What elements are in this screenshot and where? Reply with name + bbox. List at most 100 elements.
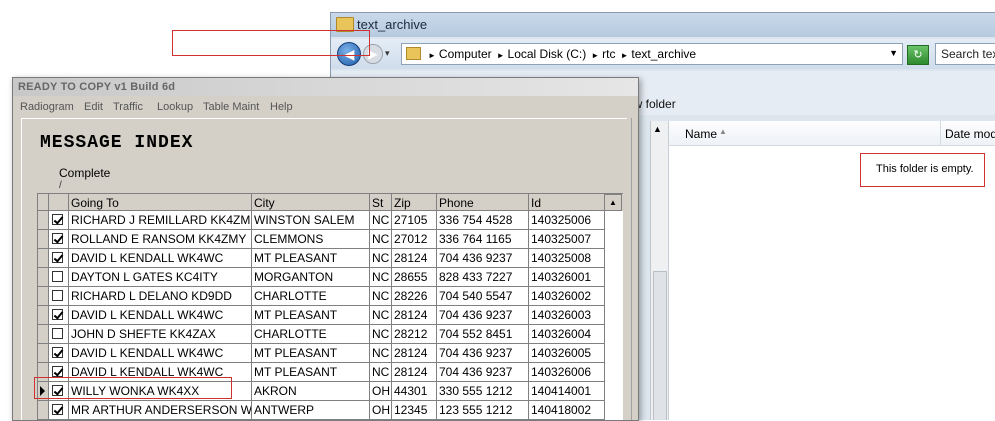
scroll-up-icon[interactable]: ▲: [653, 124, 662, 134]
row-indicator[interactable]: [38, 344, 49, 363]
row-indicator[interactable]: [38, 211, 49, 230]
table-row[interactable]: JOHN D SHEFTE KK4ZAX CHARLOTTE NC 28212 704 …: [38, 325, 605, 344]
column-header-zip[interactable]: Zip: [392, 194, 437, 211]
cell-going-to[interactable]: DAYTON L GATES KC4ITY: [69, 268, 252, 287]
cell-city[interactable]: MT PLEASANT: [252, 363, 370, 382]
cell-phone[interactable]: 330 555 1212: [437, 382, 529, 401]
cell-phone[interactable]: 123 555 1212: [437, 401, 529, 420]
cell-st[interactable]: NC: [370, 287, 392, 306]
chevron-right-icon[interactable]: ►: [620, 51, 628, 60]
cell-going-to[interactable]: DAVID L KENDALL WK4WC: [69, 363, 252, 382]
column-header-date[interactable]: Date modi: [940, 121, 995, 145]
cell-phone[interactable]: 704 436 9237: [437, 363, 529, 382]
cell-st[interactable]: NC: [370, 211, 392, 230]
menu-edit[interactable]: Edit: [84, 101, 103, 113]
row-indicator[interactable]: [38, 325, 49, 344]
cell-zip[interactable]: 44301: [392, 382, 437, 401]
cell-zip[interactable]: 27012: [392, 230, 437, 249]
complete-checkbox[interactable]: [52, 252, 63, 263]
cell-going-to[interactable]: RICHARD L DELANO KD9DD: [69, 287, 252, 306]
table-row[interactable]: DAVID L KENDALL WK4WC MT PLEASANT NC 28124 7…: [38, 363, 605, 382]
cell-phone[interactable]: 336 754 4528: [437, 211, 529, 230]
history-dropdown-icon[interactable]: ▾: [385, 48, 390, 59]
address-dropdown-icon[interactable]: ▼: [889, 48, 898, 58]
cell-zip[interactable]: 28655: [392, 268, 437, 287]
cell-city[interactable]: CLEMMONS: [252, 230, 370, 249]
cell-id[interactable]: 140326001: [529, 268, 605, 287]
rtc-window-scrollbar[interactable]: [631, 118, 638, 420]
cell-zip[interactable]: 28212: [392, 325, 437, 344]
cell-zip[interactable]: 28124: [392, 306, 437, 325]
menu-help[interactable]: Help: [270, 101, 293, 113]
row-indicator[interactable]: [38, 249, 49, 268]
cell-zip[interactable]: 27105: [392, 211, 437, 230]
cell-going-to[interactable]: DAVID L KENDALL WK4WC: [69, 344, 252, 363]
cell-st[interactable]: NC: [370, 268, 392, 287]
cell-phone[interactable]: 336 764 1165: [437, 230, 529, 249]
complete-checkbox[interactable]: [52, 385, 63, 396]
cell-city[interactable]: CHARLOTTE: [252, 325, 370, 344]
complete-checkbox[interactable]: [52, 347, 63, 358]
cell-city[interactable]: CHARLOTTE: [252, 287, 370, 306]
complete-checkbox[interactable]: [52, 233, 63, 244]
table-row[interactable]: RICHARD L DELANO KD9DD CHARLOTTE NC 28226 70…: [38, 287, 605, 306]
chevron-right-icon[interactable]: ►: [497, 51, 505, 60]
cell-id[interactable]: 140326006: [529, 363, 605, 382]
table-row[interactable]: MR ARTHUR ANDERSERSON W ANTWERP OH 12345 123…: [38, 401, 605, 420]
cell-zip[interactable]: 28124: [392, 249, 437, 268]
address-bar[interactable]: ► Computer ► Local Disk (C:) ► rtc ► text_archi…: [401, 43, 903, 65]
table-row[interactable]: DAVID L KENDALL WK4WC MT PLEASANT NC 28124 7…: [38, 344, 605, 363]
cell-city[interactable]: MT PLEASANT: [252, 249, 370, 268]
table-row[interactable]: DAVID L KENDALL WK4WC MT PLEASANT NC 28124 7…: [38, 249, 605, 268]
row-indicator[interactable]: [38, 382, 49, 401]
cell-id[interactable]: 140326005: [529, 344, 605, 363]
complete-checkbox[interactable]: [52, 328, 63, 339]
menu-table-maint[interactable]: Table Maint: [203, 101, 259, 113]
cell-phone[interactable]: 828 433 7227: [437, 268, 529, 287]
cell-phone[interactable]: 704 436 9237: [437, 249, 529, 268]
table-row[interactable]: WILLY WONKA WK4XX AKRON OH 44301 330 555 121…: [38, 382, 605, 401]
table-row[interactable]: DAVID L KENDALL WK4WC MT PLEASANT NC 28124 7…: [38, 306, 605, 325]
cell-id[interactable]: 140325008: [529, 249, 605, 268]
menu-lookup[interactable]: Lookup: [157, 101, 193, 113]
cell-going-to[interactable]: MR ARTHUR ANDERSERSON W: [69, 401, 252, 420]
scroll-up-icon[interactable]: ▲: [604, 194, 622, 211]
cell-city[interactable]: WINSTON SALEM: [252, 211, 370, 230]
complete-checkbox[interactable]: [52, 271, 63, 282]
cell-zip[interactable]: 12345: [392, 401, 437, 420]
breadcrumb-computer[interactable]: Computer: [439, 47, 492, 61]
chevron-right-icon[interactable]: ►: [591, 51, 599, 60]
cell-id[interactable]: 140325007: [529, 230, 605, 249]
cell-city[interactable]: MORGANTON: [252, 268, 370, 287]
cell-going-to[interactable]: DAVID L KENDALL WK4WC: [69, 306, 252, 325]
cell-phone[interactable]: 704 436 9237: [437, 344, 529, 363]
chevron-right-icon[interactable]: ►: [428, 51, 436, 60]
breadcrumb-local-disk[interactable]: Local Disk (C:): [508, 47, 587, 61]
cell-st[interactable]: NC: [370, 363, 392, 382]
scroll-thumb[interactable]: [653, 271, 667, 420]
cell-id[interactable]: 140414001: [529, 382, 605, 401]
column-header-going-to[interactable]: Going To: [69, 194, 252, 211]
column-header-name[interactable]: Name: [685, 127, 717, 141]
cell-phone[interactable]: 704 552 8451: [437, 325, 529, 344]
breadcrumb-text-archive[interactable]: text_archive: [631, 47, 696, 61]
cell-city[interactable]: MT PLEASANT: [252, 306, 370, 325]
cell-phone[interactable]: 704 436 9237: [437, 306, 529, 325]
table-row[interactable]: RICHARD J REMILLARD KK4ZMI WINSTON SALEM N…: [38, 211, 605, 230]
cell-st[interactable]: NC: [370, 344, 392, 363]
cell-id[interactable]: 140326003: [529, 306, 605, 325]
cell-going-to[interactable]: JOHN D SHEFTE KK4ZAX: [69, 325, 252, 344]
nav-pane-scrollbar[interactable]: ▲: [650, 121, 668, 420]
cell-phone[interactable]: 704 540 5547: [437, 287, 529, 306]
column-header-city[interactable]: City: [252, 194, 370, 211]
row-indicator[interactable]: [38, 287, 49, 306]
breadcrumb-rtc[interactable]: rtc: [602, 47, 615, 61]
complete-checkbox[interactable]: [52, 290, 63, 301]
cell-city[interactable]: AKRON: [252, 382, 370, 401]
cell-st[interactable]: OH: [370, 401, 392, 420]
cell-zip[interactable]: 28124: [392, 363, 437, 382]
cell-zip[interactable]: 28226: [392, 287, 437, 306]
cell-id[interactable]: 140326004: [529, 325, 605, 344]
table-row[interactable]: DAYTON L GATES KC4ITY MORGANTON NC 28655 828…: [38, 268, 605, 287]
column-header-phone[interactable]: Phone: [437, 194, 529, 211]
